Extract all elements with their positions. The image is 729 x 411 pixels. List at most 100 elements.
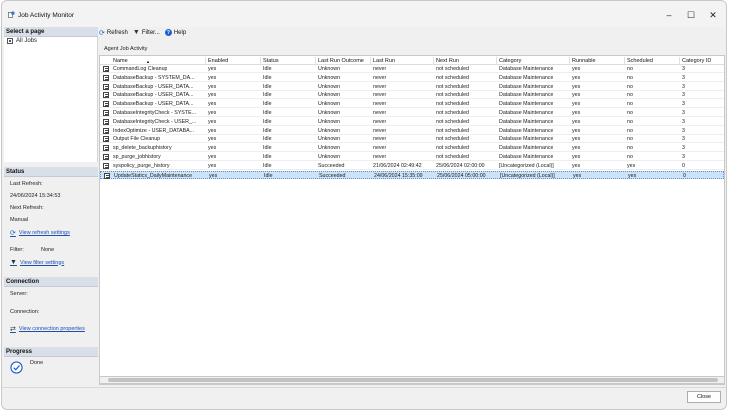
- view-refresh-settings-link[interactable]: ⟳ View refresh settings: [10, 229, 70, 237]
- funnel-icon: ▼: [10, 259, 17, 266]
- table-cell: 3: [682, 110, 685, 116]
- table-cell: Idle: [263, 92, 272, 99]
- table-cell: Idle: [263, 66, 272, 72]
- table-cell: CommandLog Cleanup: [113, 66, 168, 72]
- maximize-button[interactable]: ☐: [681, 8, 701, 22]
- column-separator[interactable]: [260, 57, 261, 64]
- refresh-button[interactable]: ⟳ Refresh: [99, 29, 128, 37]
- table-cell: 0: [683, 172, 686, 179]
- table-cell: Idle: [263, 118, 272, 125]
- table-cell: 3: [682, 66, 685, 72]
- table-cell: Idle: [263, 83, 272, 90]
- view-connection-properties-link[interactable]: ⇄ View connection properties: [10, 325, 85, 333]
- table-cell: yes: [572, 127, 581, 134]
- column-header[interactable]: Last Run Outcome: [318, 58, 364, 64]
- table-row[interactable]: UpdateStatics_DailyMaintenance yes Idle Suc…: [100, 170, 724, 179]
- table-row[interactable]: DatabaseBackup - USER_DATA... yes Idle Unkn…: [100, 91, 724, 100]
- table-row[interactable]: DatabaseBackup - USER_DATA... yes Idle Unkn…: [100, 83, 724, 91]
- column-header[interactable]: Enabled: [208, 58, 228, 64]
- column-separator[interactable]: [496, 57, 497, 64]
- column-header[interactable]: Runnable: [572, 58, 596, 64]
- table-cell: not scheduled: [436, 74, 469, 81]
- table-cell: never: [373, 118, 387, 125]
- table-cell: yes: [572, 92, 581, 99]
- table-row[interactable]: DatabaseIntegrityCheck - SYSTE... yes Idle…: [100, 109, 724, 117]
- table-row[interactable]: DatabaseBackup - SYSTEM_DA... yes Idle Unkn…: [100, 74, 724, 82]
- table-cell: no: [627, 154, 633, 160]
- table-cell: yes: [572, 83, 581, 90]
- table-cell: 25/06/2024 02:00:00: [436, 162, 485, 169]
- table-row[interactable]: IndexOptimize - USER_DATABA... yes Idle Unk…: [100, 127, 724, 135]
- table-cell: Idle: [263, 101, 272, 108]
- table-cell: never: [373, 74, 387, 81]
- table-cell: yes: [208, 83, 217, 90]
- column-header[interactable]: Name: [113, 58, 128, 64]
- job-icon: [103, 83, 109, 90]
- column-header[interactable]: Next Run: [436, 58, 459, 64]
- close-button[interactable]: Close: [687, 391, 721, 403]
- table-row[interactable]: CommandLog Cleanup yes Idle Unknown never not…: [100, 65, 724, 73]
- table-cell: yes: [209, 172, 218, 179]
- table-cell: 25/06/2024 05:00:00: [437, 172, 486, 179]
- column-header[interactable]: Scheduled: [627, 58, 653, 64]
- table-row[interactable]: sp_purge_jobhistory yes Idle Unknown never no…: [100, 153, 724, 161]
- table-cell: yes: [572, 145, 581, 152]
- table-cell: Idle: [263, 136, 272, 143]
- table-cell: 3: [682, 92, 685, 99]
- table-cell: Database Maintenance: [499, 101, 554, 108]
- filter-label: Filter:: [10, 247, 24, 253]
- table-row[interactable]: DatabaseIntegrityCheck - USER_... yes Idle…: [100, 118, 724, 126]
- table-cell: no: [627, 83, 633, 90]
- column-separator[interactable]: [315, 57, 316, 64]
- column-separator[interactable]: [205, 57, 206, 64]
- column-separator[interactable]: [433, 57, 434, 64]
- table-cell: never: [373, 154, 387, 160]
- column-separator[interactable]: [679, 57, 680, 64]
- view-filter-settings-label: View filter settings: [19, 259, 65, 266]
- table-cell: no: [627, 136, 633, 143]
- page-item-all-jobs[interactable]: All Jobs: [7, 38, 37, 44]
- job-icon: [103, 127, 109, 134]
- view-filter-settings-link[interactable]: ▼ View filter settings: [10, 259, 64, 266]
- table-cell: Unknown: [318, 101, 341, 108]
- filter-button[interactable]: ▼ Filter...: [133, 29, 160, 36]
- progress-state: Done: [30, 360, 44, 366]
- app-icon: [8, 11, 15, 18]
- table-cell: 21/06/2024 02:49:42: [373, 162, 422, 169]
- table-cell: Database Maintenance: [499, 66, 554, 72]
- table-cell: no: [627, 66, 633, 72]
- table-cell: no: [627, 74, 633, 81]
- close-window-button[interactable]: ✕: [703, 8, 723, 22]
- table-cell: Unknown: [318, 127, 341, 134]
- column-separator[interactable]: [370, 57, 371, 64]
- scrollbar-thumb[interactable]: [108, 378, 718, 382]
- help-button[interactable]: ? Help: [164, 29, 186, 36]
- table-cell: no: [627, 101, 633, 108]
- table-row[interactable]: sp_delete_backuphistory yes Idle Unknown nev…: [100, 144, 724, 153]
- table-row[interactable]: DatabaseBackup - USER_DATA... yes Idle Unkn…: [100, 100, 724, 109]
- table-cell: Idle: [263, 110, 272, 116]
- table-row[interactable]: Output File Cleanup yes Idle Unknown never no…: [100, 135, 724, 144]
- table-cell: 3: [682, 83, 685, 90]
- column-header[interactable]: Category: [499, 58, 521, 64]
- table-cell: Unknown: [318, 66, 341, 72]
- table-cell: yes: [628, 172, 637, 179]
- column-header[interactable]: Last Run: [373, 58, 395, 64]
- horizontal-scrollbar[interactable]: [99, 376, 725, 384]
- table-cell: no: [627, 145, 633, 152]
- column-header[interactable]: Status: [263, 58, 279, 64]
- table-row[interactable]: syspolicy_purge_history yes Idle Succeeded 2…: [100, 162, 724, 170]
- table-cell: yes: [572, 136, 581, 143]
- minimize-button[interactable]: –: [659, 8, 679, 22]
- table-cell: yes: [572, 74, 581, 81]
- table-cell: 3: [682, 74, 685, 81]
- grid-caption: Agent Job Activity: [104, 46, 148, 52]
- column-separator[interactable]: [624, 57, 625, 64]
- status-section: Last Refresh: 24/06/2024 15:34:53 Next R…: [4, 177, 98, 277]
- table-cell: not scheduled: [436, 145, 469, 152]
- table-cell: Unknown: [318, 145, 341, 152]
- column-header[interactable]: Category ID: [682, 58, 711, 64]
- column-separator[interactable]: [569, 57, 570, 64]
- table-cell: yes: [208, 92, 217, 99]
- table-cell: yes: [208, 127, 217, 134]
